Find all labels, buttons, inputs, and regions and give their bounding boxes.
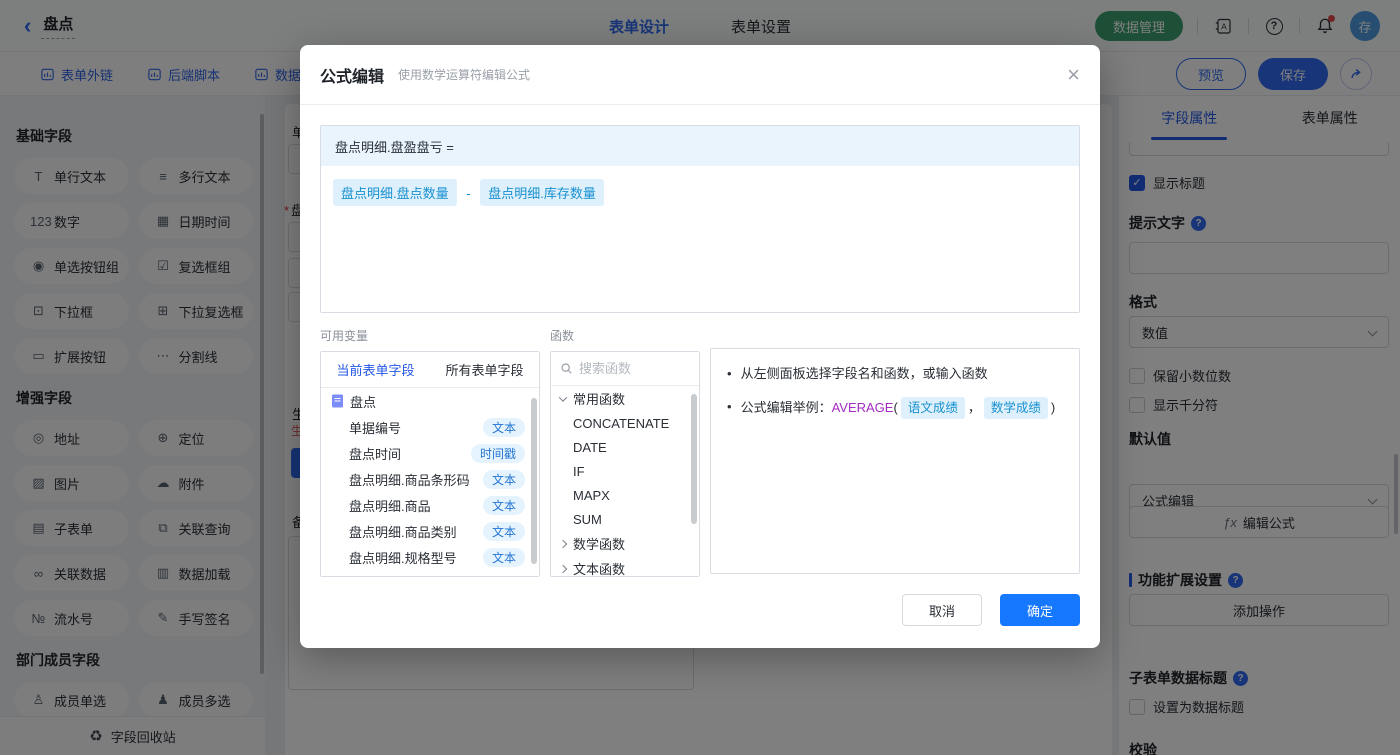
variable-row[interactable]: 盘点明细.商品条形码 文本	[321, 466, 539, 492]
functions-scrollbar[interactable]	[691, 394, 697, 524]
form-doc-icon	[332, 394, 343, 408]
functions-box: 常用函数 CONCATENATE DATE IF MAPX SU	[550, 351, 700, 577]
tip-line-2: • 公式编辑举例：AVERAGE(语文成绩，数学成绩)	[727, 397, 1063, 419]
variable-row[interactable]: 盘点时间 时间戳	[321, 440, 539, 466]
formula-field-tag[interactable]: 盘点明细.盘点数量	[333, 179, 457, 206]
variable-row[interactable]: 盘点明细.规格型号 文本	[321, 544, 539, 570]
variable-row[interactable]: 单据编号 文本	[321, 414, 539, 440]
formula-editor-modal: 公式编辑 使用数学运算符编辑公式 × 盘点明细.盘盈盘亏 = 盘点明细.盘点数量…	[300, 45, 1100, 648]
variable-type-tag: 文本	[482, 521, 525, 541]
formula-target: 盘点明细.盘盈盘亏 =	[321, 126, 1079, 166]
chevron-down-icon	[558, 392, 568, 402]
confirm-button[interactable]: 确定	[1000, 594, 1080, 626]
tab-all-form-fields[interactable]: 所有表单字段	[430, 352, 539, 387]
modal-title: 公式编辑	[320, 68, 385, 86]
app-root: ‹ 盘点 表单设计 表单设置 数据管理 A ? 存	[0, 0, 1400, 755]
tip-line-1: • 从左侧面板选择字段名和函数，或输入函数	[727, 364, 1063, 384]
close-icon[interactable]: ×	[1067, 63, 1080, 86]
functions-label: 函数	[550, 329, 575, 343]
example-function-name: AVERAGE	[831, 400, 894, 415]
function-search-input[interactable]	[579, 361, 690, 376]
modal-subtitle: 使用数学运算符编辑公式	[398, 68, 531, 82]
bullet-icon: •	[727, 366, 732, 381]
variable-type-tag: 文本	[482, 417, 525, 437]
search-icon	[561, 363, 572, 374]
variable-type-tag: 文本	[482, 469, 525, 489]
formula-operator: -	[466, 186, 471, 201]
variable-type-tag: 时间戳	[470, 443, 525, 463]
chevron-right-icon	[558, 564, 568, 573]
function-item[interactable]: IF	[551, 459, 699, 483]
example-field-tag: 语文成绩	[900, 397, 965, 419]
formula-expression[interactable]: 盘点明细.盘点数量 - 盘点明细.库存数量	[321, 166, 1079, 219]
cancel-button[interactable]: 取消	[902, 594, 982, 626]
variable-type-tag: 文本	[482, 547, 525, 567]
variables-box: 当前表单字段 所有表单字段 盘点 单据编号 文本 盘点时间 时间戳 盘点明细.商…	[320, 351, 540, 577]
formula-editor[interactable]: 盘点明细.盘盈盘亏 = 盘点明细.盘点数量 - 盘点明细.库存数量	[320, 125, 1080, 313]
function-item[interactable]: MAPX	[551, 483, 699, 507]
function-item[interactable]: SUM	[551, 507, 699, 531]
function-group-math[interactable]: 数学函数	[551, 531, 699, 556]
tab-current-form-fields[interactable]: 当前表单字段	[321, 352, 430, 387]
function-search[interactable]	[551, 352, 699, 386]
formula-field-tag[interactable]: 盘点明细.库存数量	[480, 179, 604, 206]
example-field-tag: 数学成绩	[983, 397, 1048, 419]
function-item[interactable]: CONCATENATE	[551, 411, 699, 435]
bullet-icon: •	[727, 399, 732, 414]
chevron-right-icon	[558, 539, 568, 548]
variable-row[interactable]: 盘点明细.商品类别 文本	[321, 518, 539, 544]
function-item[interactable]: DATE	[551, 435, 699, 459]
tips-box: • 从左侧面板选择字段名和函数，或输入函数 • 公式编辑举例：AVERAGE(语…	[710, 348, 1080, 574]
variable-type-tag: 文本	[482, 495, 525, 515]
function-group-text[interactable]: 文本函数	[551, 556, 699, 576]
variables-scrollbar[interactable]	[531, 398, 537, 564]
variable-row[interactable]: 盘点明细.商品 文本	[321, 492, 539, 518]
function-group-common[interactable]: 常用函数	[551, 386, 699, 411]
variables-label: 可用变量	[320, 329, 369, 343]
variable-root-row[interactable]: 盘点	[321, 388, 539, 414]
